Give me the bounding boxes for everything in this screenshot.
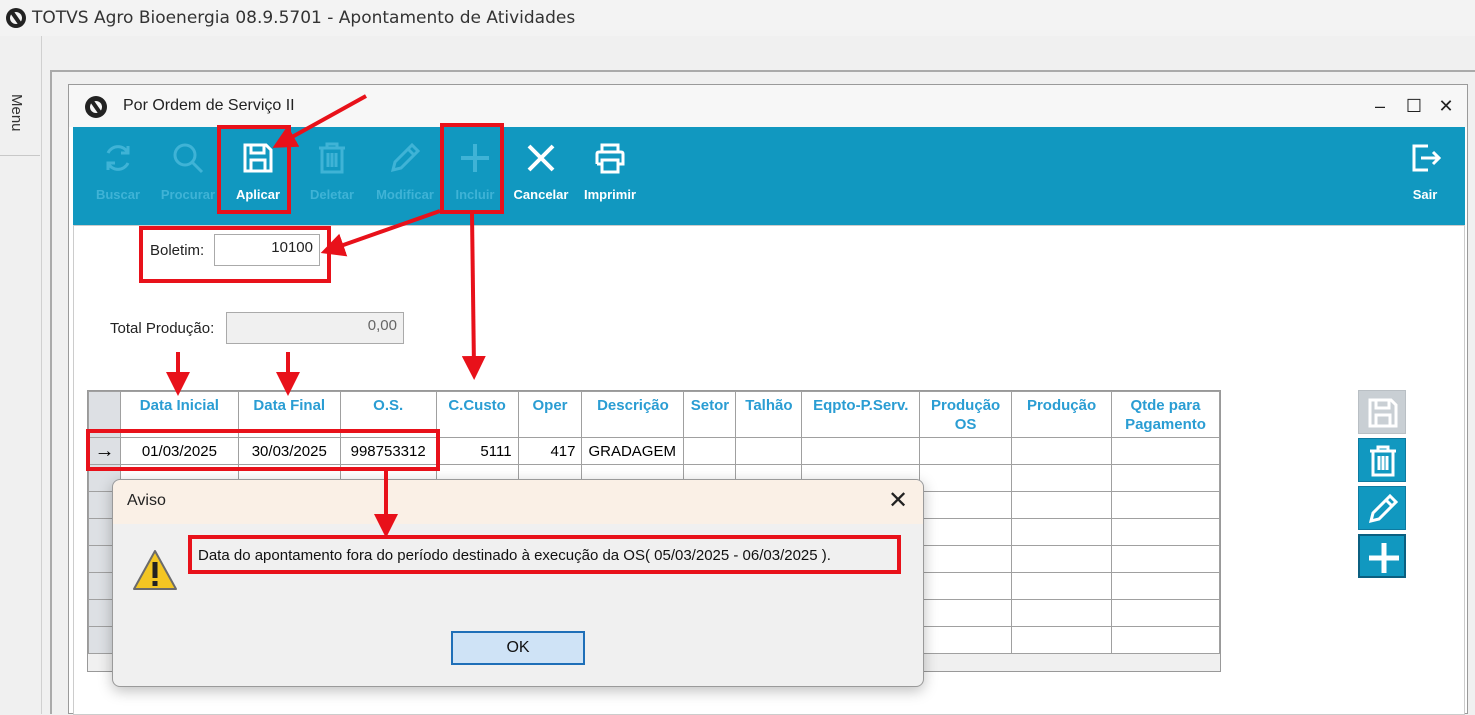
app-title: TOTVS Agro Bioenergia 08.9.5701 - Aponta… (32, 8, 576, 28)
cell-eqpto[interactable] (801, 437, 921, 465)
exit-icon (1412, 144, 1442, 172)
col-oper[interactable]: Oper (517, 391, 583, 438)
search-icon (173, 143, 204, 174)
printer-icon (595, 143, 625, 174)
dialog-title: Aviso (127, 492, 166, 509)
pencil-icon (1368, 493, 1399, 524)
annotation-box-incluir (440, 123, 504, 214)
save-icon (1368, 398, 1398, 428)
warning-dialog: Aviso ✕ Data do apontamento fora do perí… (112, 479, 924, 687)
annotation-box-boletim (139, 226, 331, 283)
cell-setor[interactable] (683, 437, 737, 465)
minimize-button[interactable]: – (1365, 93, 1395, 119)
side-save-button[interactable] (1358, 390, 1406, 434)
window-title: Por Ordem de Serviço II (123, 97, 295, 114)
trash-icon (1370, 445, 1396, 477)
annotation-box-message (188, 535, 901, 574)
annotation-box-aplicar (217, 125, 291, 214)
totvs-logo-icon (85, 96, 107, 118)
pencil-icon (390, 142, 421, 173)
deletar-button[interactable]: Deletar (299, 127, 365, 225)
cell-qtde-pagamento[interactable] (1110, 437, 1220, 465)
menu-label: Menu (8, 94, 25, 132)
plus-icon (1369, 543, 1399, 573)
cell-producao-os[interactable] (919, 437, 1013, 465)
side-delete-button[interactable] (1358, 438, 1406, 482)
child-titlebar: Por Ordem de Serviço II – ☐ ✕ (69, 85, 1467, 127)
procurar-button[interactable]: Procurar (153, 127, 223, 225)
imprimir-button[interactable]: Imprimir (577, 127, 643, 225)
refresh-icon (106, 145, 130, 171)
totvs-logo-icon (6, 8, 26, 28)
cell-c-custo[interactable]: 5111 (435, 437, 519, 465)
cell-oper[interactable]: 417 (517, 437, 583, 465)
col-talhao[interactable]: Talhão (735, 391, 803, 438)
buscar-label: Buscar (95, 187, 141, 202)
total-producao-label: Total Produção: (110, 320, 215, 337)
cancelar-button[interactable]: Cancelar (509, 127, 573, 225)
procurar-label: Procurar (160, 187, 216, 202)
close-button[interactable]: ✕ (1431, 93, 1461, 119)
cell-talhao[interactable] (735, 437, 803, 465)
col-qtde-pagamento[interactable]: Qtde para Pagamento (1110, 391, 1220, 438)
menu-tab[interactable]: Menu (0, 80, 40, 156)
cell-producao[interactable] (1011, 437, 1112, 465)
modificar-button[interactable]: Modificar (369, 127, 441, 225)
trash-icon (319, 142, 345, 174)
dialog-header: Aviso ✕ (113, 480, 923, 524)
dialog-close-button[interactable]: ✕ (883, 486, 913, 516)
side-add-button[interactable] (1358, 534, 1406, 578)
annotation-box-row (86, 429, 440, 471)
warning-icon (133, 550, 177, 590)
app-titlebar: TOTVS Agro Bioenergia 08.9.5701 - Aponta… (0, 0, 1475, 36)
col-c-custo[interactable]: C.Custo (435, 391, 519, 438)
col-descricao[interactable]: Descrição (581, 391, 685, 438)
cancelar-label: Cancelar (513, 187, 569, 202)
sair-label: Sair (1412, 187, 1438, 202)
total-producao-field: 0,00 (226, 312, 404, 344)
side-edit-button[interactable] (1358, 486, 1406, 530)
close-x-icon (527, 144, 555, 172)
col-producao-os[interactable]: Produção OS (919, 391, 1013, 438)
modificar-label: Modificar (376, 187, 434, 202)
col-setor[interactable]: Setor (683, 391, 737, 438)
buscar-button[interactable]: Buscar (85, 127, 151, 225)
cell-descricao[interactable]: GRADAGEM (581, 437, 685, 465)
col-eqpto[interactable]: Eqpto-P.Serv. (801, 391, 921, 438)
col-producao[interactable]: Produção (1011, 391, 1112, 438)
imprimir-label: Imprimir (583, 187, 636, 202)
sair-button[interactable]: Sair (1395, 127, 1455, 225)
deletar-label: Deletar (309, 187, 355, 202)
ok-button[interactable]: OK (451, 631, 585, 665)
maximize-button[interactable]: ☐ (1399, 93, 1429, 119)
